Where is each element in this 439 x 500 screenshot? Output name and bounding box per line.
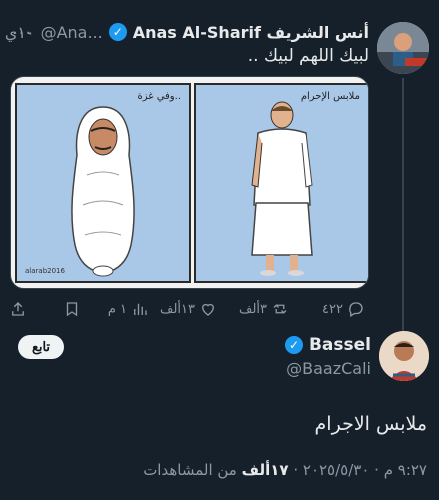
views-label: من المشاهدات (143, 461, 242, 479)
cartoon-panel-right: ملابس الإحرام (194, 83, 368, 283)
avatar[interactable] (379, 331, 429, 381)
tweet-text: لبيك اللهم لبيك .. (247, 46, 369, 66)
bookmark-button[interactable] (63, 298, 81, 320)
tweet-actions: ٤٢٢ ٣ألف ١٣ألف ١ م (0, 298, 369, 320)
tweet-text: ملابس الاجرام (314, 413, 427, 435)
cartoon-panel-left: ..وفي غزة alarab2016 (15, 83, 191, 283)
avatar[interactable] (377, 22, 429, 74)
like-button[interactable]: ١٣ألف (160, 298, 217, 320)
bookmark-icon (66, 302, 78, 317)
view-count: ١ م (107, 301, 127, 317)
views-icon (134, 303, 147, 315)
like-icon (202, 303, 214, 316)
tweet-image[interactable]: ..وفي غزة alarab2016 ملابس الإحرام (10, 76, 369, 289)
author-name[interactable]: أنس الشريف Anas Al-Sharif (133, 23, 369, 42)
reply-button[interactable]: ٤٢٢ (322, 298, 365, 320)
more-icon[interactable]: ... (12, 18, 32, 39)
follow-button[interactable]: تابع (18, 335, 64, 359)
share-button[interactable] (9, 298, 27, 320)
like-count: ١٣ألف (160, 301, 195, 317)
verified-icon: ✓ (284, 336, 303, 354)
author-handle[interactable]: @Ana... (41, 23, 103, 42)
views-button[interactable]: ١ م (108, 298, 149, 320)
cartoon-credit: alarab2016 (25, 267, 65, 275)
thread-line (402, 78, 404, 333)
reply-icon (349, 302, 363, 317)
repost-button[interactable]: ٣ألف (239, 298, 289, 320)
shroud-figure-illustration (71, 106, 135, 277)
repost-icon (273, 304, 287, 314)
tweet-timestamp[interactable]: ٩:٢٧ م · ٢٠٢٥/٥/٣٠ · (289, 461, 427, 479)
verified-icon: ✓ (108, 23, 127, 41)
tweet-thread: أنس الشريف Anas Al-Sharif ✓ @Ana... ۱۰ي … (0, 0, 439, 500)
tweet-header: أنس الشريف Anas Al-Sharif ✓ @Ana... ۱۰ي (5, 20, 369, 44)
reply-count: ٤٢٢ (322, 301, 343, 317)
repost-count: ٣ألف (238, 301, 267, 317)
author-name[interactable]: Bassel (309, 335, 371, 355)
share-icon (12, 302, 24, 316)
parent-tweet[interactable]: أنس الشريف Anas Al-Sharif ✓ @Ana... ۱۰ي … (0, 16, 439, 333)
reply-tweet[interactable]: ✓ Bassel @BaazCali تابع ملابس الاجرام ٩:… (0, 325, 439, 500)
view-count: ١٧ألف (241, 461, 289, 479)
author-row: ✓ Bassel (284, 335, 371, 355)
tweet-meta: ٩:٢٧ م · ٢٠٢٥/٥/٣٠ · ١٧ألف من المشاهدات (143, 461, 427, 479)
ihram-figure-illustration (251, 101, 313, 276)
author-handle[interactable]: @BaazCali (286, 359, 371, 378)
